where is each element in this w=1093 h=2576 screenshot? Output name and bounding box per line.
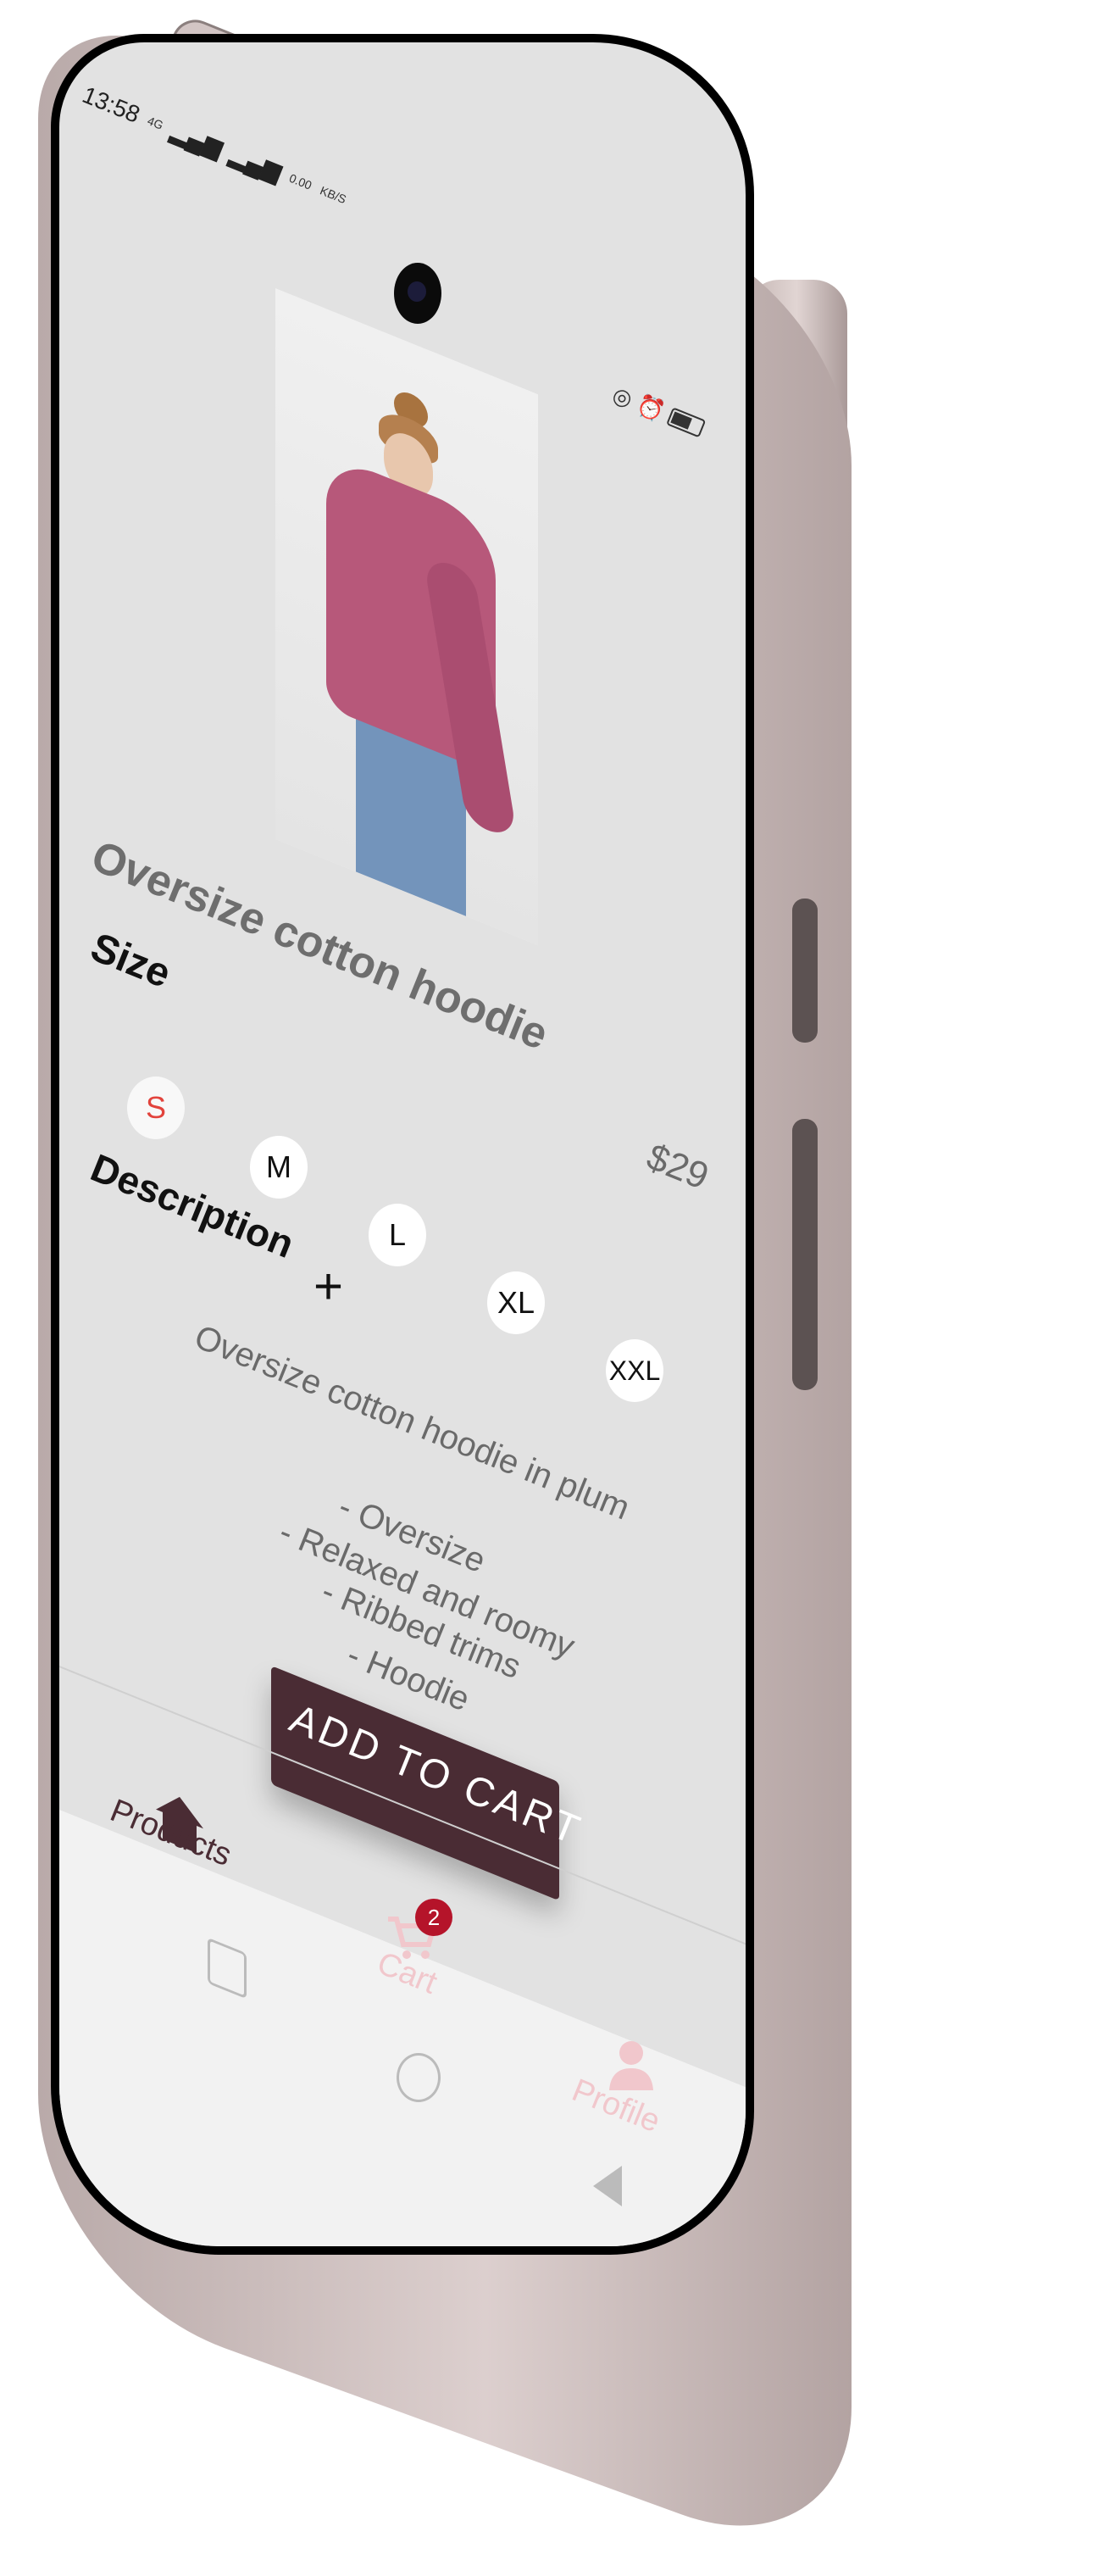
size-label: Size xyxy=(84,924,177,998)
status-icons: ◎ ⏰ xyxy=(608,381,707,442)
expand-description-button[interactable]: + xyxy=(313,1261,343,1312)
back-button[interactable] xyxy=(593,2166,622,2206)
alarm-icon: ⏰ xyxy=(633,391,669,426)
home-button[interactable] xyxy=(397,2053,441,2102)
front-camera xyxy=(394,263,441,324)
size-chip-m[interactable]: M xyxy=(250,1136,308,1199)
app-display: 13:58 4G ▂▄▆ ▂▄▆ 0.00 KB/S ◎ ⏰ Oversize … xyxy=(59,42,746,2246)
person-icon[interactable] xyxy=(606,2034,657,2094)
signal-icon: ▂▄▆ xyxy=(167,117,227,162)
cart-badge: 2 xyxy=(415,1899,452,1936)
status-time: 13:58 xyxy=(79,81,144,128)
size-chip-l[interactable]: L xyxy=(369,1204,426,1266)
phone-screen: 13:58 4G ▂▄▆ ▂▄▆ 0.00 KB/S ◎ ⏰ Oversize … xyxy=(51,34,754,2255)
size-chip-xxl[interactable]: XXL xyxy=(606,1339,663,1402)
net-speed: 0.00 xyxy=(287,170,314,192)
network-type: 4G xyxy=(145,113,166,132)
status-bar: 13:58 4G ▂▄▆ ▂▄▆ 0.00 KB/S xyxy=(79,81,352,213)
product-price: $29 xyxy=(641,1136,715,1198)
size-chip-xl[interactable]: XL xyxy=(487,1271,545,1334)
description-text: Oversize cotton hoodie in plum xyxy=(189,1318,635,1527)
lock-icon: ◎ xyxy=(608,381,637,413)
battery-icon xyxy=(666,407,707,438)
action-button xyxy=(792,899,818,1043)
product-image xyxy=(275,288,538,946)
signal-icon-2: ▂▄▆ xyxy=(226,141,286,186)
volume-button xyxy=(792,1119,818,1390)
net-speed-unit: KB/S xyxy=(318,182,349,206)
size-chip-s[interactable]: S xyxy=(127,1077,185,1139)
bottom-nav xyxy=(59,1810,746,2246)
